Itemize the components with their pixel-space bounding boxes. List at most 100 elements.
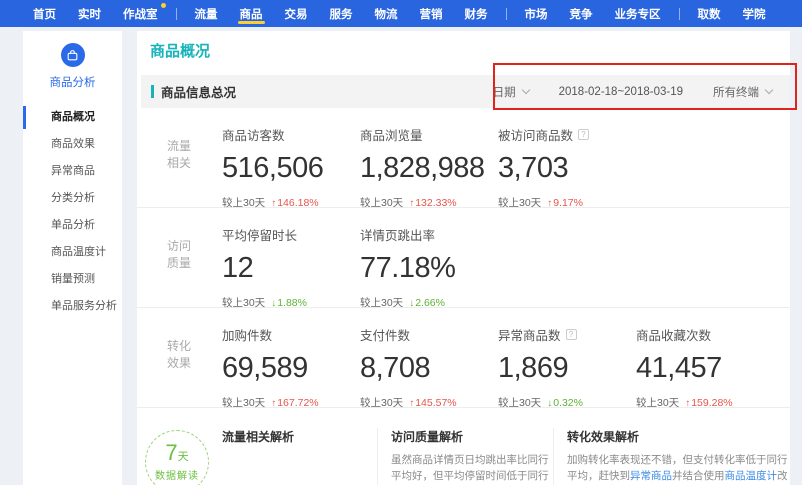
metric-value: 12 <box>222 252 360 285</box>
help-icon[interactable]: ? <box>566 329 577 340</box>
nav-label: 服务 <box>330 6 353 22</box>
metric-label: 支付件数 <box>360 325 498 344</box>
terminal-filter-dropdown[interactable]: 所有终端 <box>713 84 772 100</box>
nav-item-home[interactable]: 首页 <box>22 0 67 27</box>
metric-label: 商品浏览量 <box>360 125 498 144</box>
product-thermometer-link[interactable]: 商品温度计 <box>725 470 778 482</box>
metric-label: 被访问商品数? <box>498 125 636 144</box>
compare-label: 较上30天 <box>222 297 265 309</box>
metric-label: 商品访客数 <box>222 125 360 144</box>
nav-item-service[interactable]: 服务 <box>319 0 364 27</box>
nav-item-trade[interactable]: 交易 <box>274 0 319 27</box>
sidebar-section-label: 商品分析 <box>23 74 122 90</box>
delta-value: 159.28% <box>691 397 732 409</box>
nav-item-traffic[interactable]: 流量 <box>184 0 229 27</box>
metric-label: 平均停留时长 <box>222 225 360 244</box>
sidebar: 商品分析 商品概况 商品效果 异常商品 分类分析 单品分析 商品温度计 销量预测… <box>23 31 122 485</box>
metric-value: 77.18% <box>360 252 498 285</box>
metric-cart-adds: 加购件数 69,589 较上30天↑167.72% <box>222 325 360 407</box>
down-arrow-icon: ↓ <box>409 298 414 309</box>
delta-value: 132.33% <box>415 197 456 209</box>
section-header-bar: 商品信息总况 日期 2018-02-18~2018-03-19 所有终端 <box>141 75 790 108</box>
top-navigation: 首页 实时 作战室 流量 商品 交易 服务 物流 营销 财务 市场 竞争 业务专… <box>0 0 802 27</box>
date-range-value[interactable]: 2018-02-18~2018-03-19 <box>559 86 683 98</box>
nav-label: 竞争 <box>570 6 593 22</box>
compare-label: 较上30天 <box>498 397 541 409</box>
metric-value: 1,828,988 <box>360 152 498 185</box>
metric-value: 69,589 <box>222 352 360 385</box>
metric-row-visit-quality: 访问质量 平均停留时长 12 较上30天↓1.88% 详情页跳出率 77.18%… <box>137 208 790 308</box>
compare-label: 较上30天 <box>360 297 403 309</box>
chevron-down-icon <box>521 86 529 94</box>
nav-label: 营销 <box>420 6 443 22</box>
up-arrow-icon: ↑ <box>409 198 414 209</box>
sidebar-item-product-thermometer[interactable]: 商品温度计 <box>23 239 122 266</box>
nav-label: 物流 <box>375 6 398 22</box>
metric-compare: 较上30天↑145.57% <box>360 395 498 410</box>
sidebar-item-product-effect[interactable]: 商品效果 <box>23 131 122 158</box>
up-arrow-icon: ↑ <box>685 398 690 409</box>
insight-title: 转化效果解析 <box>567 428 790 445</box>
insight-body: 加购转化率表现还不错，但支付转化率低于同行平均，赶快到异常商品并结合使用商品温度… <box>567 453 790 485</box>
nav-item-finance[interactable]: 财务 <box>454 0 499 27</box>
delta-value: 167.72% <box>277 397 318 409</box>
metric-compare: 较上30天↑132.33% <box>360 195 498 210</box>
delta-value: 2.66% <box>415 297 445 309</box>
metric-avg-stay-time: 平均停留时长 12 较上30天↓1.88% <box>222 225 360 307</box>
metric-group-label: 访问质量 <box>167 225 193 307</box>
metric-compare: 较上30天↑146.18% <box>222 195 360 210</box>
product-analysis-avatar <box>61 43 85 67</box>
sidebar-header: 商品分析 <box>23 31 122 90</box>
metric-row-traffic: 流量相关 商品访客数 516,506 较上30天↑146.18% 商品浏览量 1… <box>137 108 790 208</box>
nav-label: 业务专区 <box>615 6 661 22</box>
metric-compare: 较上30天↓1.88% <box>222 295 360 310</box>
sidebar-menu: 商品概况 商品效果 异常商品 分类分析 单品分析 商品温度计 销量预测 单品服务… <box>23 104 122 320</box>
metric-label-text: 异常商品数 <box>498 325 561 344</box>
nav-label: 学院 <box>743 6 766 22</box>
shopping-bag-icon <box>66 49 79 62</box>
nav-label: 财务 <box>465 6 488 22</box>
sidebar-item-product-overview[interactable]: 商品概况 <box>23 104 122 131</box>
nav-item-market[interactable]: 市场 <box>514 0 559 27</box>
sidebar-item-category-analysis[interactable]: 分类分析 <box>23 185 122 212</box>
metric-abnormal-products: 异常商品数? 1,869 较上30天↓0.32% <box>498 325 636 407</box>
abnormal-products-link[interactable]: 异常商品 <box>630 470 672 482</box>
metric-visited-products: 被访问商品数? 3,703 较上30天↑9.17% <box>498 125 636 207</box>
page-title: 商品概况 <box>137 31 790 59</box>
sidebar-item-single-product-analysis[interactable]: 单品分析 <box>23 212 122 239</box>
nav-item-academy[interactable]: 学院 <box>732 0 777 27</box>
nav-item-logistics[interactable]: 物流 <box>364 0 409 27</box>
nav-item-war-room[interactable]: 作战室 <box>112 0 169 27</box>
metric-value: 41,457 <box>636 352 774 385</box>
metric-product-visitors: 商品访客数 516,506 较上30天↑146.18% <box>222 125 360 207</box>
delta-value: 145.57% <box>415 397 456 409</box>
compare-label: 较上30天 <box>222 397 265 409</box>
nav-label: 市场 <box>525 6 548 22</box>
metric-compare: 较上30天↓0.32% <box>498 395 636 410</box>
insights-section: 7天 数据解读 流量相关解析 访问质量解析 虽然商品详情页日均跳出率比同行平均好… <box>137 408 790 485</box>
nav-label: 流量 <box>195 6 218 22</box>
metric-value: 8,708 <box>360 352 498 385</box>
nav-item-competition[interactable]: 竞争 <box>559 0 604 27</box>
insight-body: 虽然商品详情页日均跳出率比同行平均好，但平均停留时间低于同行平均，请关注页面排版… <box>391 453 553 485</box>
chevron-down-icon <box>765 86 773 94</box>
nav-item-product[interactable]: 商品 <box>229 0 274 27</box>
filter-toolbar: 日期 2018-02-18~2018-03-19 所有终端 <box>493 84 772 100</box>
metric-compare: 较上30天↑9.17% <box>498 195 636 210</box>
delta-value: 146.18% <box>277 197 318 209</box>
nav-item-realtime[interactable]: 实时 <box>67 0 112 27</box>
metric-compare: 较上30天 ↑159.28% <box>636 395 774 410</box>
nav-item-marketing[interactable]: 营销 <box>409 0 454 27</box>
metric-label-text: 被访问商品数 <box>498 125 573 144</box>
insight-visit-quality-analysis: 访问质量解析 虽然商品详情页日均跳出率比同行平均好，但平均停留时间低于同行平均，… <box>377 428 553 485</box>
nav-item-business-zone[interactable]: 业务专区 <box>604 0 672 27</box>
sidebar-item-single-product-service[interactable]: 单品服务分析 <box>23 293 122 320</box>
date-filter-dropdown[interactable]: 日期 <box>493 84 529 100</box>
insight-traffic-analysis: 流量相关解析 <box>222 428 377 485</box>
metric-label: 详情页跳出率 <box>360 225 498 244</box>
compare-label: 较上30天 <box>636 397 679 409</box>
sidebar-item-abnormal-products[interactable]: 异常商品 <box>23 158 122 185</box>
sidebar-item-sales-forecast[interactable]: 销量预测 <box>23 266 122 293</box>
help-icon[interactable]: ? <box>578 129 589 140</box>
nav-item-data-extract[interactable]: 取数 <box>687 0 732 27</box>
